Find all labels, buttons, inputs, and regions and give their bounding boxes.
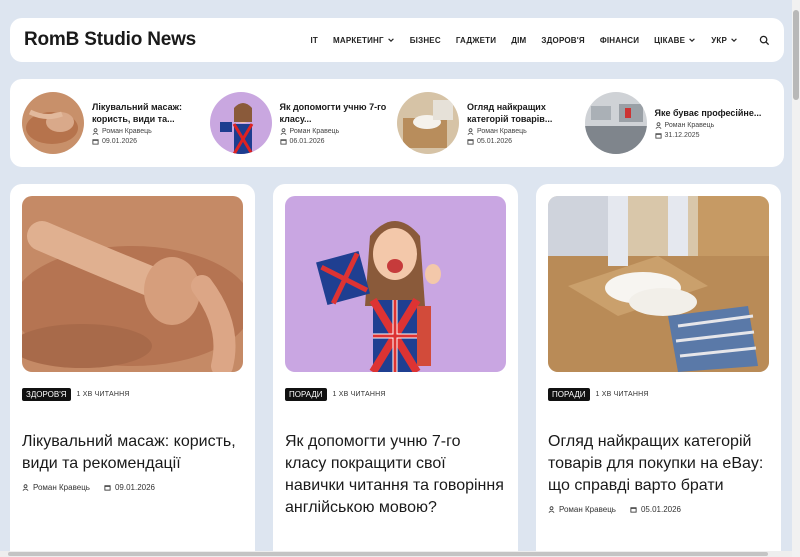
calendar-icon xyxy=(279,139,287,145)
article-meta: Роман Кравець 09.01.2026 xyxy=(22,483,243,492)
nav-item-home[interactable]: ДІМ xyxy=(511,36,526,45)
article-title[interactable]: Як допомогти учню 7-го класу покращити с… xyxy=(285,431,506,519)
post-date: 06.01.2026 xyxy=(289,138,325,145)
ticker-author: Роман Кравець xyxy=(92,128,202,135)
article-title[interactable]: Огляд найкращих категорій товарів для по… xyxy=(548,431,769,497)
post-date: 09.01.2026 xyxy=(114,483,155,492)
article-card: ПОРАДИ 1 ХВ ЧИТАННЯ Як допомогти учню 7-… xyxy=(273,184,518,557)
nav-item-marketing[interactable]: МАРКЕТИНГ xyxy=(333,36,395,45)
vertical-scrollbar[interactable] xyxy=(792,0,800,557)
ticker-text: Яке буває професійне... Роман Кравець 31… xyxy=(655,107,765,139)
nav-item-gadgets[interactable]: ГАДЖЕТИ xyxy=(456,36,496,45)
nav-label: ФІНАНСИ xyxy=(599,35,640,45)
post-date: 05.01.2026 xyxy=(477,138,513,145)
ticker-item[interactable]: Яке буває професійне... Роман Кравець 31… xyxy=(584,92,773,154)
ticker-thumbnail[interactable] xyxy=(397,92,459,154)
calendar-icon xyxy=(467,139,474,145)
user-icon xyxy=(22,484,29,491)
ticker-title[interactable]: Яке буває професійне... xyxy=(655,107,765,119)
featured-ticker: Лікувальний масаж: користь, види та... Р… xyxy=(10,79,784,167)
article-title[interactable]: Лікувальний масаж: користь, види та реко… xyxy=(22,431,243,475)
ticker-text: Огляд найкращих категорій товарів... Ром… xyxy=(467,101,577,145)
user-icon xyxy=(548,506,555,513)
category-tag[interactable]: ЗДОРОВ'Я xyxy=(22,388,71,401)
calendar-icon xyxy=(92,139,99,145)
post-date: 05.01.2026 xyxy=(640,505,681,514)
nav-label: ЦІКАВЕ xyxy=(654,35,686,45)
article-meta: Роман Кравець 05.01.2026 xyxy=(548,505,769,514)
nav-item-business[interactable]: БІЗНЕС xyxy=(410,36,441,45)
read-time: 1 ХВ ЧИТАННЯ xyxy=(76,391,130,398)
nav-label: ДІМ xyxy=(511,35,527,45)
site-logo[interactable]: RomB Studio News xyxy=(24,29,196,51)
ticker-date: 31.12.2025 xyxy=(654,132,765,139)
scrollbar-thumb[interactable] xyxy=(8,552,768,556)
horizontal-scrollbar[interactable] xyxy=(0,551,792,557)
chevron-down-icon xyxy=(387,38,394,42)
ticker-author: Роман Кравець xyxy=(655,122,765,129)
author-name[interactable]: Роман Кравець xyxy=(290,128,340,135)
nav-item-interesting[interactable]: ЦІКАВЕ xyxy=(654,36,696,45)
post-date: 09.01.2026 xyxy=(102,138,138,145)
card-tags: ПОРАДИ 1 ХВ ЧИТАННЯ xyxy=(285,388,506,401)
ticker-date: 09.01.2026 xyxy=(92,138,202,145)
category-tag[interactable]: ПОРАДИ xyxy=(285,388,327,401)
nav-label: IT xyxy=(310,35,318,45)
article-card: ПОРАДИ 1 ХВ ЧИТАННЯ Огляд найкращих кате… xyxy=(536,184,781,557)
article-image[interactable] xyxy=(22,196,243,372)
author-name[interactable]: Роман Кравець xyxy=(665,122,715,129)
read-time: 1 ХВ ЧИТАННЯ xyxy=(332,391,386,398)
main-nav: IT МАРКЕТИНГ БІЗНЕС ГАДЖЕТИ ДІМ ЗДОРОВ'Я… xyxy=(310,35,770,46)
chevron-down-icon xyxy=(731,38,737,42)
card-tags: ПОРАДИ 1 ХВ ЧИТАННЯ xyxy=(548,388,769,401)
ticker-date: 05.01.2026 xyxy=(467,138,577,145)
ticker-thumbnail[interactable] xyxy=(209,92,272,154)
ticker-title[interactable]: Лікувальний масаж: користь, види та... xyxy=(92,101,202,125)
user-icon xyxy=(280,128,286,135)
ticker-thumbnail[interactable] xyxy=(22,92,84,154)
ticker-title[interactable]: Як допомогти учню 7-го класу... xyxy=(280,101,390,125)
search-icon[interactable] xyxy=(759,35,770,46)
ticker-thumbnail[interactable] xyxy=(584,92,647,154)
user-icon xyxy=(655,122,661,129)
author-name[interactable]: Роман Кравець xyxy=(477,128,527,135)
calendar-icon xyxy=(654,133,662,139)
scrollbar-thumb[interactable] xyxy=(793,10,799,100)
read-time: 1 ХВ ЧИТАННЯ xyxy=(595,391,649,398)
nav-item-language[interactable]: УКР xyxy=(711,36,738,45)
user-icon xyxy=(92,128,99,135)
nav-item-finance[interactable]: ФІНАНСИ xyxy=(600,36,639,45)
calendar-icon xyxy=(104,485,111,491)
calendar-icon xyxy=(630,507,637,513)
nav-label: УКР xyxy=(711,35,727,45)
ticker-title[interactable]: Огляд найкращих категорій товарів... xyxy=(467,101,577,125)
category-tag[interactable]: ПОРАДИ xyxy=(548,388,590,401)
nav-label: ГАДЖЕТИ xyxy=(455,35,497,45)
ticker-item[interactable]: Лікувальний масаж: користь, види та... Р… xyxy=(22,92,210,154)
ticker-author: Роман Кравець xyxy=(280,128,390,135)
ticker-item[interactable]: Як допомогти учню 7-го класу... Роман Кр… xyxy=(209,92,398,154)
ticker-date: 06.01.2026 xyxy=(279,138,390,145)
author-name[interactable]: Роман Кравець xyxy=(33,483,90,492)
nav-item-health[interactable]: ЗДОРОВ'Я xyxy=(541,36,584,45)
article-image[interactable] xyxy=(285,196,506,372)
nav-label: МАРКЕТИНГ xyxy=(332,35,384,45)
ticker-author: Роман Кравець xyxy=(467,128,577,135)
chevron-down-icon xyxy=(689,38,695,42)
author-name[interactable]: Роман Кравець xyxy=(102,128,152,135)
ticker-text: Лікувальний масаж: користь, види та... Р… xyxy=(92,101,202,145)
nav-label: ЗДОРОВ'Я xyxy=(541,35,585,45)
article-card: ЗДОРОВ'Я 1 ХВ ЧИТАННЯ Лікувальний масаж:… xyxy=(10,184,255,557)
author-name[interactable]: Роман Кравець xyxy=(559,505,616,514)
post-date: 31.12.2025 xyxy=(664,132,700,139)
nav-label: БІЗНЕС xyxy=(409,35,441,45)
nav-item-it[interactable]: IT xyxy=(310,36,318,45)
ticker-item[interactable]: Огляд найкращих категорій товарів... Ром… xyxy=(397,92,585,154)
ticker-text: Як допомогти учню 7-го класу... Роман Кр… xyxy=(280,101,390,145)
article-image[interactable] xyxy=(548,196,769,372)
card-tags: ЗДОРОВ'Я 1 ХВ ЧИТАННЯ xyxy=(22,388,243,401)
site-header: RomB Studio News IT МАРКЕТИНГ БІЗНЕС ГАД… xyxy=(10,18,784,62)
user-icon xyxy=(467,128,474,135)
